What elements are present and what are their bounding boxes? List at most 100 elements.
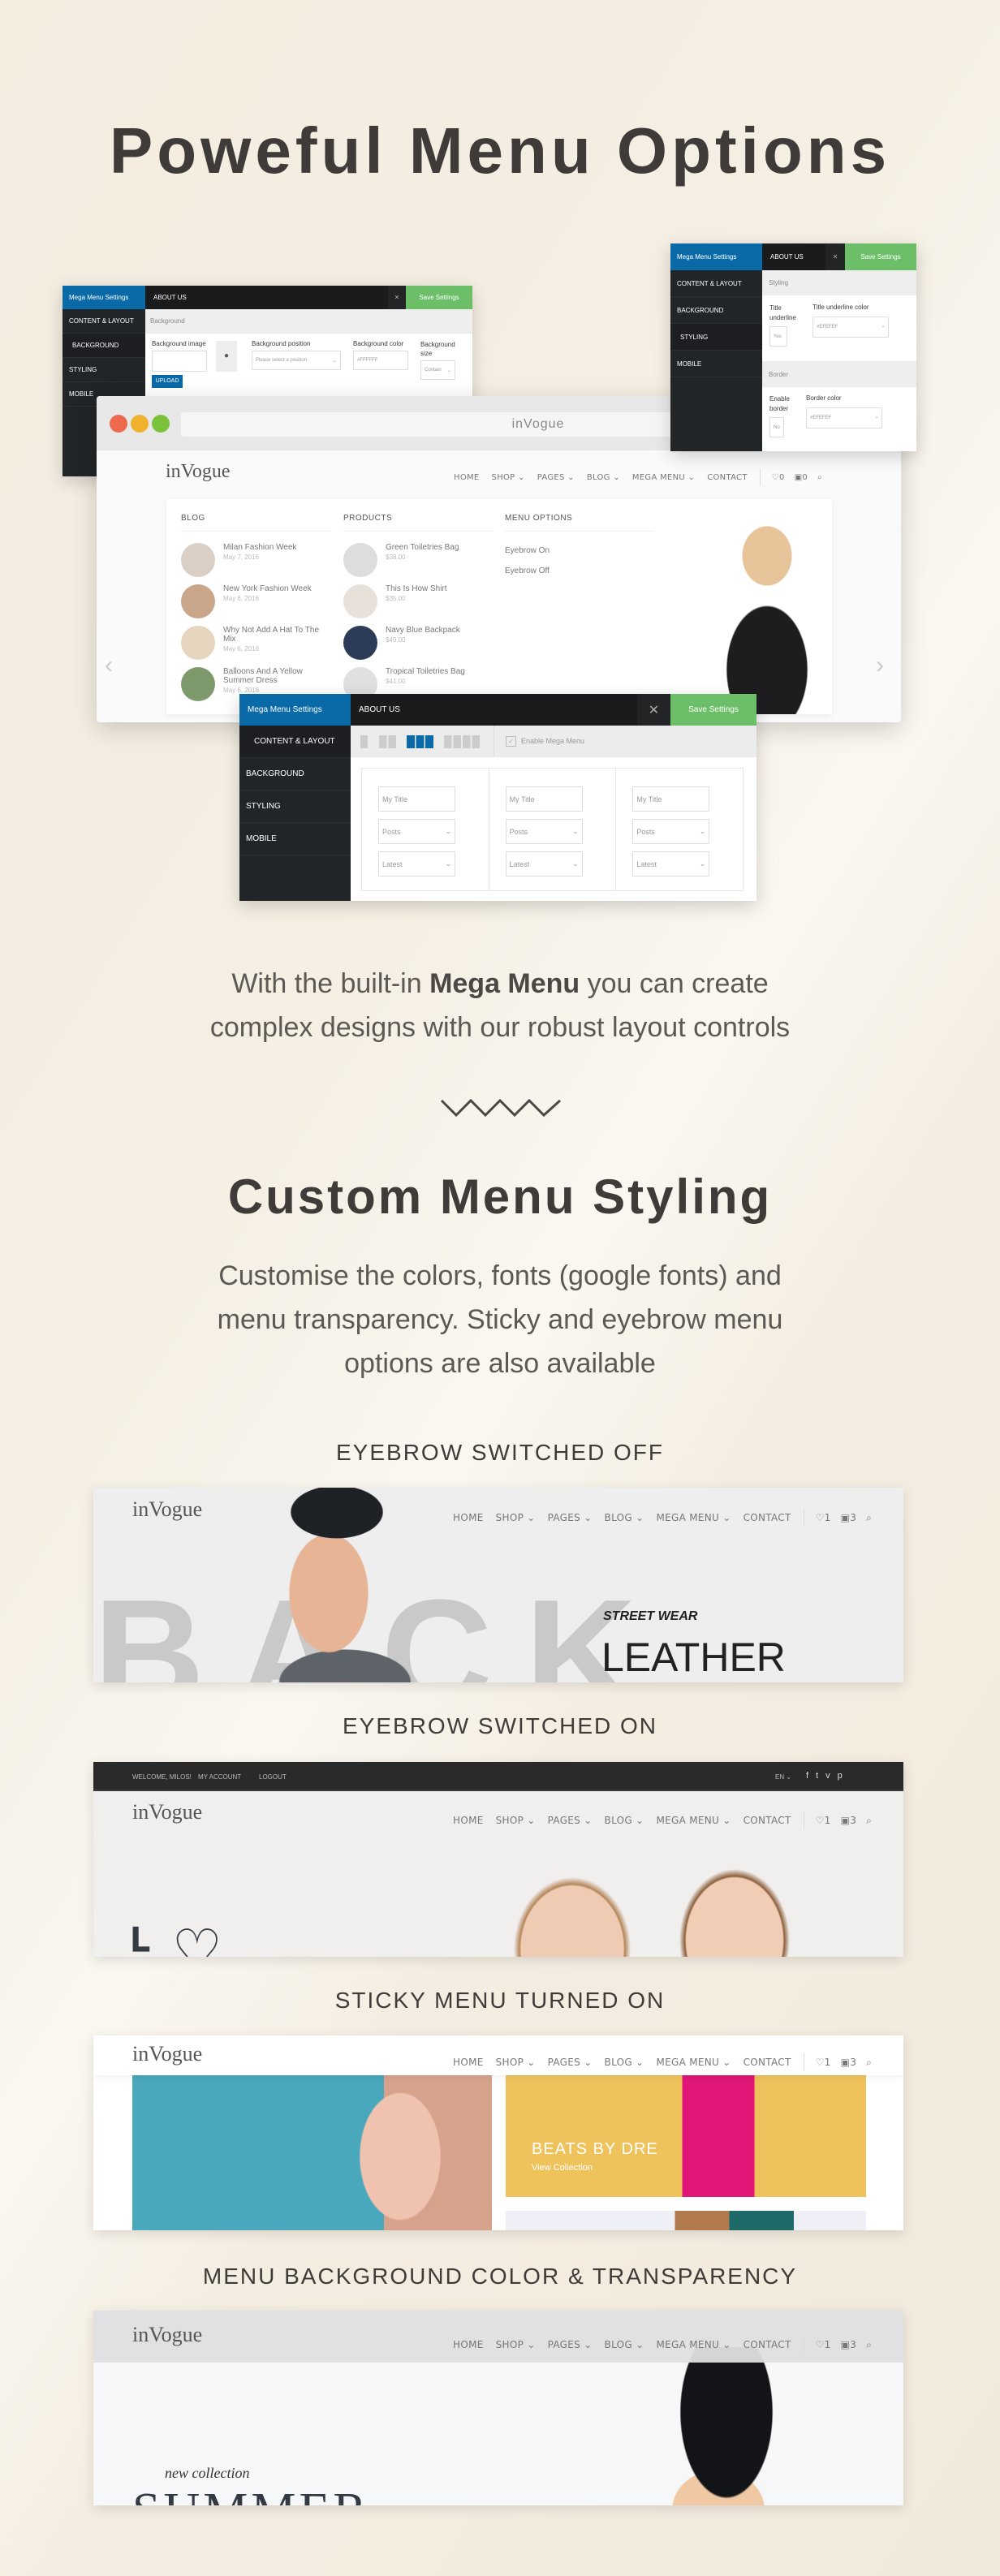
save-settings-button[interactable]: Save Settings	[845, 243, 916, 270]
nav-item-mega-menu[interactable]: MEGA MENU ⌄	[656, 2057, 731, 2068]
product-title[interactable]: Green Toiletries Bag	[386, 543, 459, 552]
cart-icon[interactable]: ▣3	[841, 2057, 857, 2068]
site-logo[interactable]: inVogue	[132, 1497, 202, 1522]
save-settings-button[interactable]: Save Settings	[406, 286, 472, 309]
sidebar-item-content-layout[interactable]: CONTENT & LAYOUT	[62, 309, 145, 334]
layout-3-column-option[interactable]	[407, 735, 433, 748]
close-icon[interactable]: ✕	[637, 694, 670, 726]
cart-icon[interactable]: ▣3	[841, 1815, 857, 1826]
facebook-icon[interactable]: f	[806, 1771, 816, 1781]
menu-option-link[interactable]: Eyebrow On	[505, 546, 655, 555]
column-title-input[interactable]: My Title	[505, 786, 583, 812]
menu-option-link[interactable]: Eyebrow Off	[505, 566, 655, 575]
cart-icon[interactable]: ▣3	[841, 1512, 857, 1523]
column-type-select[interactable]: Posts ⌄	[378, 819, 455, 844]
post-title[interactable]: New York Fashion Week	[223, 584, 329, 593]
bg-color-field[interactable]: #FFFFFF	[353, 351, 408, 370]
search-icon[interactable]: ⌕	[866, 2057, 872, 2069]
cart-icon[interactable]: ▣0	[795, 473, 808, 482]
sidebar-item-styling[interactable]: STYLING	[670, 324, 762, 351]
layout-2-column-option[interactable]	[379, 735, 396, 748]
site-logo[interactable]: inVogue	[166, 461, 231, 483]
nav-item-home[interactable]: HOME	[453, 1815, 484, 1826]
site-logo[interactable]: inVogue	[132, 2042, 202, 2066]
column-order-select[interactable]: Latest ⌄	[505, 851, 583, 877]
column-title-input[interactable]: My Title	[632, 786, 710, 812]
nav-item-shop[interactable]: SHOP ⌄	[496, 1815, 536, 1826]
sidebar-item-mobile[interactable]: MOBILE	[239, 823, 351, 855]
slider-next-arrow[interactable]: ›	[876, 652, 884, 679]
sidebar-item-background[interactable]: BACKGROUND	[670, 297, 762, 324]
logout-link[interactable]: LOGOUT	[259, 1773, 287, 1781]
post-title[interactable]: Balloons And A Yellow Summer Dress	[223, 667, 329, 685]
save-settings-button[interactable]: Save Settings	[670, 694, 756, 726]
search-icon[interactable]: ⌕	[866, 2339, 872, 2351]
blog-post-item[interactable]: Why Not Add A Hat To The Mix May 6, 2016	[181, 626, 331, 667]
nav-item-mega-menu[interactable]: MEGA MENU ⌄	[632, 473, 695, 482]
nav-item-pages[interactable]: PAGES ⌄	[548, 2057, 593, 2068]
nav-item-mega-menu[interactable]: MEGA MENU ⌄	[656, 1815, 731, 1826]
nav-item-home[interactable]: HOME	[453, 2057, 484, 2068]
search-icon[interactable]: ⌕	[866, 1815, 872, 1827]
slider-prev-arrow[interactable]: ‹	[105, 652, 113, 679]
wishlist-icon[interactable]: ♡0	[772, 473, 785, 482]
underline-color-field[interactable]: #EFEFEF ●	[812, 317, 889, 338]
enable-border-select[interactable]: No	[769, 417, 784, 437]
nav-item-blog[interactable]: BLOG ⌄	[605, 2057, 644, 2068]
close-icon[interactable]: ✕	[825, 243, 845, 270]
view-collection-link[interactable]: View Collection	[532, 2163, 593, 2173]
nav-item-blog[interactable]: BLOG ⌄	[605, 1512, 644, 1523]
twitter-icon[interactable]: t	[816, 1771, 825, 1781]
nav-item-contact[interactable]: CONTACT	[707, 473, 748, 482]
bg-position-select[interactable]: Please select a position ⌄	[252, 351, 341, 370]
product-title[interactable]: Tropical Toiletries Bag	[386, 667, 465, 676]
nav-item-shop[interactable]: SHOP ⌄	[496, 2057, 536, 2068]
column-order-select[interactable]: Latest ⌄	[632, 851, 710, 877]
border-color-field[interactable]: #EFEFEF ●	[806, 407, 882, 429]
cart-icon[interactable]: ▣3	[841, 2339, 857, 2350]
nav-item-home[interactable]: HOME	[453, 2339, 484, 2350]
close-icon[interactable]: ✕	[388, 286, 406, 309]
nav-item-shop[interactable]: SHOP ⌄	[492, 473, 525, 482]
wishlist-icon[interactable]: ♡1	[816, 2057, 831, 2068]
blog-post-item[interactable]: New York Fashion Week May 6, 2016	[181, 584, 331, 626]
nav-item-pages[interactable]: PAGES ⌄	[548, 1512, 593, 1523]
product-item[interactable]: Green Toiletries Bag $38.00	[343, 543, 494, 584]
nav-item-home[interactable]: HOME	[454, 473, 480, 482]
sidebar-item-content-layout[interactable]: CONTENT & LAYOUT	[670, 270, 762, 297]
sidebar-item-styling[interactable]: STYLING	[62, 358, 145, 382]
nav-item-contact[interactable]: CONTACT	[744, 2339, 791, 2350]
nav-item-blog[interactable]: BLOG ⌄	[587, 473, 620, 482]
column-type-select[interactable]: Posts ⌄	[505, 819, 583, 844]
product-title[interactable]: Navy Blue Backpack	[386, 626, 460, 635]
close-window-button[interactable]	[110, 415, 127, 433]
product-item[interactable]: Navy Blue Backpack $49.00	[343, 626, 494, 667]
enable-mega-menu-checkbox[interactable]: ✓	[506, 736, 516, 747]
nav-item-blog[interactable]: BLOG ⌄	[605, 2339, 644, 2350]
nav-item-shop[interactable]: SHOP ⌄	[496, 1512, 536, 1523]
wishlist-icon[interactable]: ♡1	[816, 1815, 831, 1826]
blog-post-item[interactable]: Milan Fashion Week May 7, 2016	[181, 543, 331, 584]
minimize-window-button[interactable]	[131, 415, 149, 433]
sidebar-item-content-layout[interactable]: CONTENT & LAYOUT	[239, 726, 351, 758]
nav-item-pages[interactable]: PAGES ⌄	[548, 1815, 593, 1826]
post-title[interactable]: Why Not Add A Hat To The Mix	[223, 626, 329, 644]
nav-item-contact[interactable]: CONTACT	[744, 1512, 791, 1523]
column-type-select[interactable]: Posts ⌄	[632, 819, 710, 844]
bg-image-field[interactable]	[152, 351, 207, 372]
bg-size-select[interactable]: Contain ⌄	[420, 360, 455, 380]
title-underline-select[interactable]: Yes	[769, 326, 787, 347]
sidebar-item-background[interactable]: BACKGROUND	[239, 758, 351, 790]
site-logo[interactable]: inVogue	[132, 1800, 202, 1824]
search-icon[interactable]: ⌕	[817, 473, 822, 482]
pinterest-icon[interactable]: p	[838, 1771, 850, 1781]
product-title[interactable]: This Is How Shirt	[386, 584, 447, 593]
sidebar-item-mobile[interactable]: MOBILE	[670, 351, 762, 377]
nav-item-shop[interactable]: SHOP ⌄	[496, 2339, 536, 2350]
wishlist-icon[interactable]: ♡1	[816, 1512, 831, 1523]
nav-item-mega-menu[interactable]: MEGA MENU ⌄	[656, 2339, 731, 2350]
sidebar-item-styling[interactable]: STYLING	[239, 790, 351, 823]
maximize-window-button[interactable]	[152, 415, 170, 433]
nav-item-contact[interactable]: CONTACT	[744, 2057, 791, 2068]
site-logo[interactable]: inVogue	[132, 2323, 202, 2347]
